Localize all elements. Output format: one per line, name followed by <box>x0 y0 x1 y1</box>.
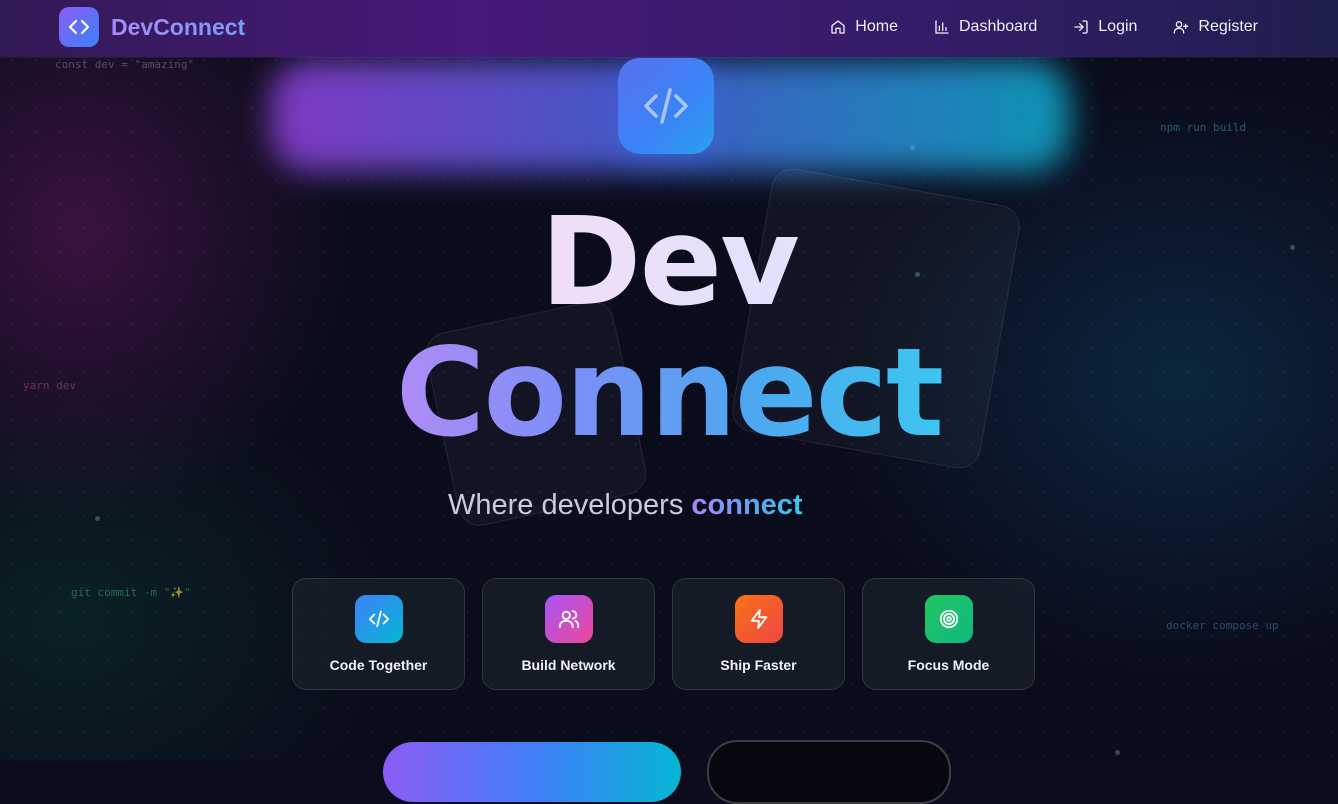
home-icon <box>831 20 845 34</box>
bar-chart-icon <box>935 20 949 34</box>
nav-home-link[interactable]: Home <box>830 18 898 36</box>
nav-login-label: Login <box>1098 18 1138 35</box>
top-navbar: DevConnect Home Dashboard Login Register <box>0 0 1338 57</box>
nav-register-label: Register <box>1198 18 1258 35</box>
nav-links: Home Dashboard Login Register <box>830 0 1258 54</box>
zap-icon <box>734 595 783 643</box>
particle-decoration <box>95 516 100 521</box>
tagline-prefix: Where developers <box>448 489 692 521</box>
feature-card-focus-mode[interactable]: Focus Mode <box>862 578 1035 690</box>
code-snippet-decoration: docker compose up <box>1166 619 1279 632</box>
feature-cards: Code Together Build Network Ship Faster … <box>292 578 1035 690</box>
feature-label: Build Network <box>521 657 616 673</box>
hero-title-line1: Dev <box>540 191 800 333</box>
nav-home-label: Home <box>855 18 898 35</box>
code-icon <box>354 595 403 643</box>
login-icon <box>1074 20 1088 34</box>
users-icon <box>544 595 593 643</box>
particle-decoration <box>1115 750 1120 755</box>
secondary-cta-button[interactable] <box>707 740 951 804</box>
feature-card-code-together[interactable]: Code Together <box>292 578 465 690</box>
feature-label: Ship Faster <box>720 657 797 673</box>
feature-card-build-network[interactable]: Build Network <box>482 578 655 690</box>
nav-login-link[interactable]: Login <box>1073 18 1137 36</box>
tagline-highlight: connect <box>691 489 803 521</box>
code-snippet-decoration: const dev = "amazing" <box>55 58 195 71</box>
primary-cta-button[interactable] <box>383 742 681 802</box>
nav-dashboard-link[interactable]: Dashboard <box>934 18 1037 36</box>
code-snippet-decoration: npm run build <box>1160 121 1247 134</box>
nav-register-link[interactable]: Register <box>1173 18 1258 36</box>
code-snippet-decoration: git commit -m "✨" <box>71 586 191 599</box>
target-icon <box>924 595 973 643</box>
particle-decoration <box>910 145 915 150</box>
feature-card-ship-faster[interactable]: Ship Faster <box>672 578 845 690</box>
hero-title-line2: Connect <box>395 322 944 464</box>
feature-label: Code Together <box>329 657 428 673</box>
user-plus-icon <box>1174 21 1189 34</box>
brand-name[interactable]: DevConnect <box>111 14 245 41</box>
hero-tagline: Where developers connect <box>448 489 803 522</box>
hero-code-icon <box>618 58 714 154</box>
feature-label: Focus Mode <box>907 657 990 673</box>
nav-dashboard-label: Dashboard <box>958 18 1038 35</box>
logo-icon[interactable] <box>59 7 99 47</box>
